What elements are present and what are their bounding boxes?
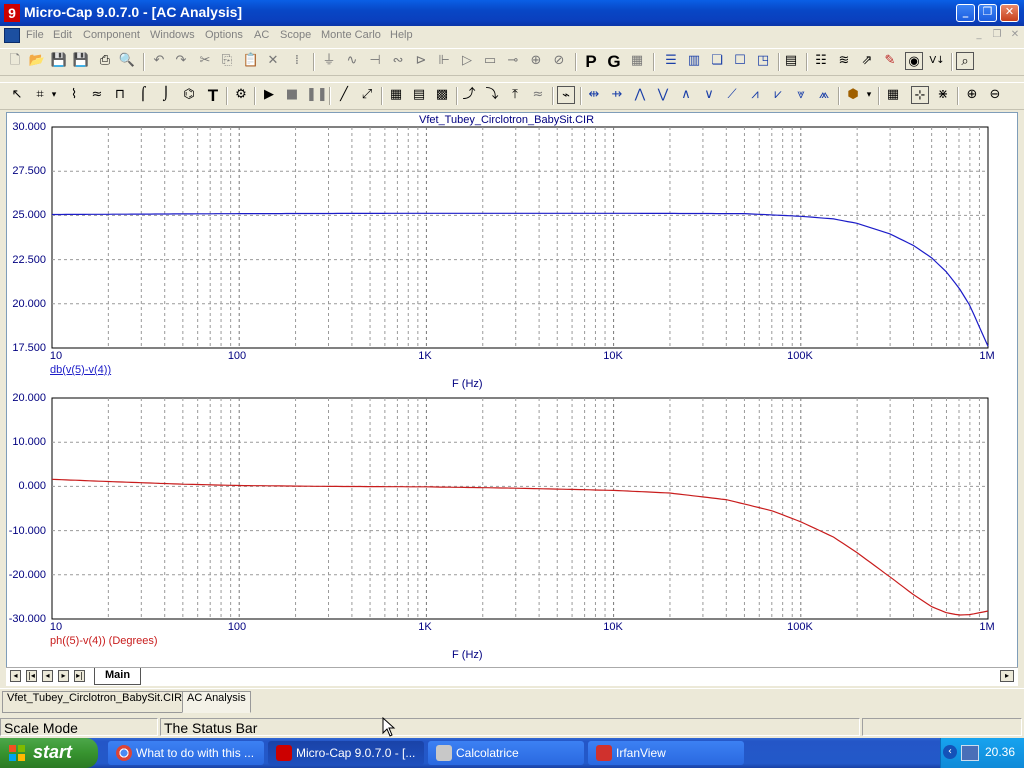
trace-label-phase[interactable]: ph((5)-v(4)) (Degrees)	[50, 635, 158, 647]
x-tick-label: 1M	[979, 621, 995, 633]
task-irfanview[interactable]: IrfanView	[588, 741, 744, 765]
calculator-icon	[436, 745, 452, 761]
irfanview-icon	[596, 745, 612, 761]
task-calculator[interactable]: Calcolatrice	[428, 741, 584, 765]
x-tick-label: 100K	[787, 621, 813, 633]
tab-main[interactable]: Main	[94, 668, 142, 685]
microcap-icon	[276, 745, 292, 761]
y-tick-label: 25.000	[12, 209, 46, 221]
x-tick-label: 100K	[787, 350, 813, 362]
chrome-icon	[116, 745, 132, 761]
windows-logo-icon	[8, 744, 26, 762]
last-page-icon[interactable]: ▸|	[74, 670, 85, 682]
start-label: start	[33, 742, 73, 762]
y-tick-label: 27.500	[12, 165, 46, 177]
status-message: The Status Bar	[160, 718, 860, 736]
x-tick-label: 1K	[418, 621, 432, 633]
x-tick-label: 10K	[603, 621, 623, 633]
status-mode: Scale Mode	[0, 718, 158, 736]
x-axis-label: F (Hz)	[452, 649, 483, 661]
tab-ac-analysis[interactable]: AC Analysis	[182, 691, 251, 713]
y-tick-label: 20.000	[12, 392, 46, 404]
series-line-phase[interactable]	[51, 478, 989, 616]
taskbar: start What to do with this ... Micro-Cap…	[0, 738, 1024, 768]
y-tick-label: -20.000	[8, 569, 46, 581]
x-tick-label: 10	[49, 350, 63, 362]
task-microcap[interactable]: Micro-Cap 9.0.7.0 - [...	[268, 741, 424, 765]
y-tick-label: 30.000	[12, 121, 46, 133]
chart-title: Vfet_Tubey_Circlotron_BabySit.CIR	[419, 114, 595, 126]
start-button[interactable]: start	[0, 738, 98, 768]
scroll-left-icon[interactable]: ◂	[10, 670, 21, 682]
network-icon[interactable]	[961, 745, 979, 761]
plot-frame	[51, 126, 989, 349]
tray-expand-icon[interactable]: ‹	[943, 745, 957, 759]
status-extra	[862, 718, 1022, 736]
y-tick-label: 22.500	[12, 254, 46, 266]
status-bar: Scale Mode The Status Bar	[0, 716, 1024, 738]
trace-label-magnitude[interactable]: db(v(5)-v(4))	[50, 364, 111, 376]
document-tabs: Vfet_Tubey_Circlotron_BabySit.CIR AC Ana…	[0, 688, 1024, 715]
x-tick-label: 1M	[979, 350, 995, 362]
clock[interactable]: 20.36	[985, 745, 1015, 759]
x-tick-label: 10	[49, 621, 63, 633]
scroll-right-icon[interactable]: ▸	[1000, 670, 1014, 682]
mouse-cursor-icon	[382, 717, 396, 737]
y-tick-label: -10.000	[8, 525, 46, 537]
tab-schematic[interactable]: Vfet_Tubey_Circlotron_BabySit.CIR	[2, 691, 188, 713]
task-chrome[interactable]: What to do with this ...	[108, 741, 264, 765]
x-tick-label: 10K	[603, 350, 623, 362]
y-tick-label: 20.000	[12, 298, 46, 310]
y-tick-label: 10.000	[12, 436, 46, 448]
prev-page-icon[interactable]: ◂	[42, 670, 53, 682]
first-page-icon[interactable]: |◂	[26, 670, 37, 682]
system-tray: ‹ 20.36	[940, 738, 1024, 768]
x-tick-label: 1K	[418, 350, 432, 362]
page-tab-bar: ◂ |◂ ◂ ▸ ▸| Main ▸	[6, 667, 1018, 686]
plot-frame	[51, 397, 989, 620]
next-page-icon[interactable]: ▸	[58, 670, 69, 682]
x-tick-label: 100	[227, 621, 247, 633]
y-tick-label: 0.000	[18, 480, 46, 492]
x-axis-label: F (Hz)	[452, 378, 483, 390]
x-tick-label: 100	[227, 350, 247, 362]
series-line-magnitude[interactable]	[52, 212, 989, 347]
